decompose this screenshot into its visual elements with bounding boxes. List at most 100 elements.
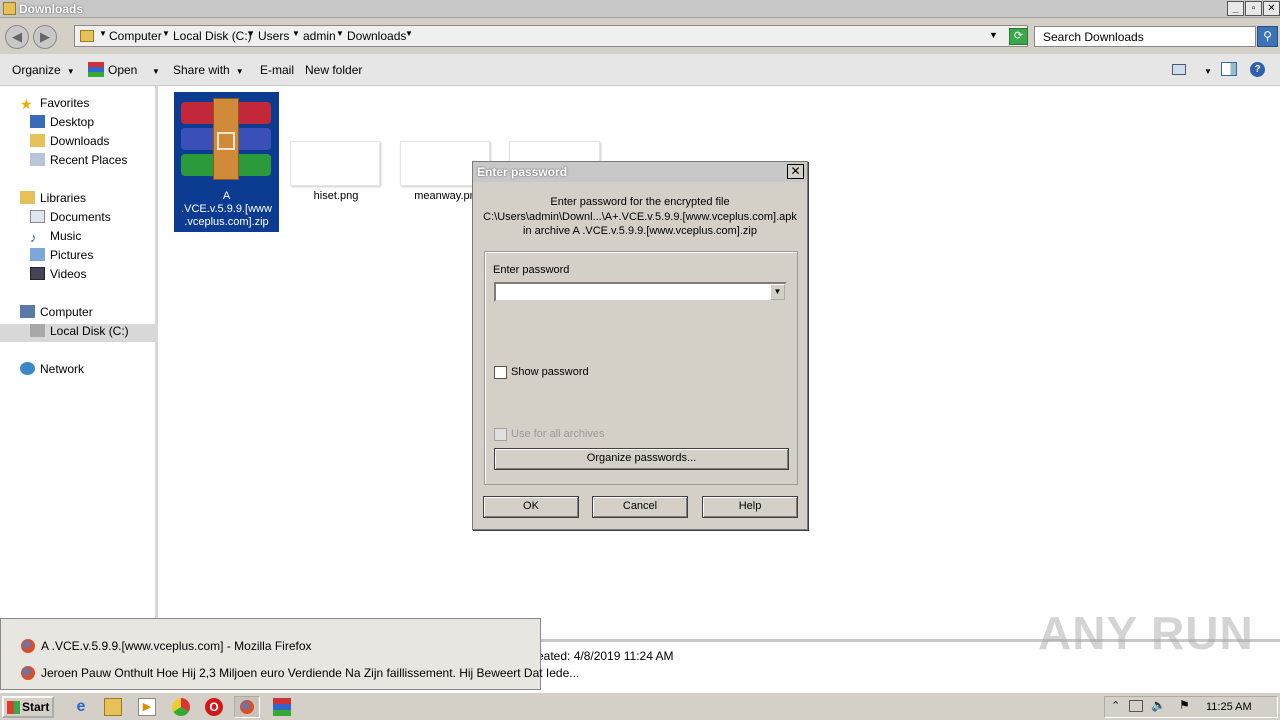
winrar-icon — [88, 62, 104, 77]
nav-videos[interactable]: Videos — [30, 267, 86, 285]
folder-icon — [3, 2, 16, 15]
chevron-down-icon[interactable]: ▼ — [336, 29, 344, 38]
address-history-dropdown[interactable]: ▼ — [989, 30, 998, 40]
view-icon[interactable] — [1172, 64, 1186, 75]
chrome-icon[interactable] — [172, 698, 190, 716]
breadcrumb-local-disk[interactable]: Local Disk (C:) — [173, 29, 252, 43]
documents-icon — [30, 210, 45, 223]
nav-network[interactable]: Network — [20, 362, 84, 380]
image-thumbnail — [290, 141, 380, 186]
local-disk-icon — [30, 324, 45, 337]
firefox-icon — [21, 666, 35, 680]
clock[interactable]: 11:25 AM — [1206, 701, 1252, 713]
use-for-all-archives-label: Use for all archives — [511, 428, 605, 440]
address-bar[interactable]: ▼ Computer ▼ Local Disk (C:) ▼ Users ▼ a… — [74, 25, 1028, 47]
image-thumbnail[interactable] — [509, 141, 600, 161]
nav-libraries[interactable]: Libraries — [20, 191, 86, 209]
libraries-icon — [20, 191, 35, 204]
email-button[interactable]: E-mail — [260, 63, 294, 77]
firefox-taskbar-button[interactable] — [234, 696, 260, 718]
show-password-checkbox[interactable] — [494, 366, 507, 379]
dialog-title: Enter password — [477, 165, 568, 179]
maximize-button[interactable]: ▫ — [1245, 1, 1262, 16]
taskbar-window-list: A .VCE.v.5.9.9.[www.vceplus.com] - Mozil… — [0, 618, 579, 690]
password-field[interactable]: ▼ — [494, 282, 787, 302]
nav-downloads[interactable]: Downloads — [30, 134, 109, 152]
file-name: hiset.png — [313, 190, 359, 202]
nav-recent-places[interactable]: Recent Places — [30, 153, 127, 171]
file-name-line: .vceplus.com].zip — [184, 216, 269, 228]
breadcrumb-computer[interactable]: Computer — [109, 29, 162, 43]
breadcrumb-downloads[interactable]: Downloads — [347, 29, 406, 43]
enter-password-dialog: Enter password ✕ Enter password for the … — [472, 161, 808, 530]
action-center-icon[interactable] — [1129, 700, 1143, 712]
nav-music[interactable]: ♪ Music — [30, 229, 81, 247]
dialog-message-line: Enter password for the encrypted file — [550, 196, 730, 208]
winrar-taskbar-icon[interactable] — [273, 698, 291, 716]
preview-pane-icon[interactable] — [1221, 62, 1237, 76]
file-name-line: A — [222, 190, 231, 202]
search-icon[interactable]: ⚲ — [1257, 26, 1278, 47]
explorer-icon[interactable] — [104, 698, 122, 716]
use-for-all-archives-checkbox[interactable] — [494, 428, 507, 441]
window-list-item[interactable]: A .VCE.v.5.9.9.[www.vceplus.com] - Mozil… — [21, 639, 312, 653]
nav-pictures[interactable]: Pictures — [30, 248, 93, 266]
share-with-menu[interactable]: Share with ▼ — [173, 63, 244, 77]
chevron-down-icon[interactable]: ▼ — [405, 29, 413, 38]
breadcrumb-admin[interactable]: admin — [303, 29, 336, 43]
chevron-down-icon[interactable]: ▼ — [770, 284, 785, 300]
window-title-bar: Downloads _ ▫ ✕ — [0, 0, 1280, 18]
file-name-line: .VCE.v.5.9.9.[www — [181, 203, 272, 215]
internet-explorer-icon[interactable]: e — [72, 698, 90, 716]
nav-documents[interactable]: Documents — [30, 210, 111, 228]
open-button[interactable]: Open — [108, 63, 137, 77]
volume-icon[interactable]: 🔈 — [1151, 698, 1166, 712]
navigation-pane: ★ Favorites Desktop Downloads Recent Plac… — [0, 86, 158, 620]
help-button[interactable]: Help — [702, 496, 798, 518]
refresh-button[interactable]: ⟳ — [1009, 28, 1028, 45]
file-item-zip[interactable]: A .VCE.v.5.9.9.[www .vceplus.com].zip — [174, 92, 279, 232]
pictures-icon — [30, 248, 45, 261]
view-dropdown[interactable]: ▼ — [1198, 63, 1212, 77]
command-toolbar: Organize ▼ Open ▼ Share with ▼ E-mail New … — [0, 54, 1280, 86]
folder-icon — [80, 30, 94, 42]
nav-desktop[interactable]: Desktop — [30, 115, 94, 133]
firefox-icon — [240, 700, 254, 714]
open-dropdown[interactable]: ▼ — [146, 63, 160, 77]
show-hidden-icons-icon[interactable]: ⌃ — [1111, 699, 1120, 712]
password-group: Enter password ▼ Show password Use for a… — [484, 251, 798, 485]
cancel-button[interactable]: Cancel — [592, 496, 688, 518]
flag-icon[interactable]: ⚑ — [1179, 698, 1190, 712]
new-folder-button[interactable]: New folder — [305, 63, 362, 77]
file-item-hiset[interactable]: hiset.png — [287, 136, 385, 206]
close-button[interactable]: ✕ — [1263, 1, 1280, 16]
back-button[interactable]: ◀ — [5, 25, 29, 49]
network-icon — [20, 362, 35, 375]
breadcrumb-users[interactable]: Users — [258, 29, 289, 43]
show-password-label[interactable]: Show password — [511, 366, 589, 378]
minimize-button[interactable]: _ — [1227, 1, 1244, 16]
media-player-icon[interactable]: ▶ — [138, 698, 156, 716]
nav-local-disk[interactable]: Local Disk (C:) — [0, 324, 155, 342]
star-icon: ★ — [20, 96, 33, 112]
chevron-down-icon[interactable]: ▼ — [247, 29, 255, 38]
chevron-down-icon[interactable]: ▼ — [162, 29, 170, 38]
winrar-archive-icon — [181, 98, 271, 182]
forward-button[interactable]: ▶ — [33, 25, 57, 49]
music-icon: ♪ — [30, 230, 37, 245]
search-input[interactable]: Search Downloads — [1034, 26, 1256, 47]
details-created: eated: 4/8/2019 11:24 AM — [537, 649, 674, 663]
start-button[interactable]: Start — [2, 696, 54, 718]
nav-computer[interactable]: Computer — [20, 305, 93, 323]
window-list-item[interactable]: Jeroen Pauw Onthult Hoe Hij 2,3 Miljoen … — [21, 666, 579, 680]
chevron-down-icon[interactable]: ▼ — [99, 29, 107, 38]
chevron-down-icon[interactable]: ▼ — [292, 29, 300, 38]
dialog-close-button[interactable]: ✕ — [787, 164, 804, 179]
help-icon[interactable]: ? — [1250, 62, 1265, 77]
opera-icon[interactable]: O — [205, 698, 223, 716]
watermark-logo: ANY RUN — [1038, 607, 1254, 659]
organize-menu[interactable]: Organize ▼ — [12, 63, 75, 77]
nav-favorites[interactable]: ★ Favorites — [20, 96, 89, 114]
ok-button[interactable]: OK — [483, 496, 579, 518]
organize-passwords-button[interactable]: Organize passwords... — [494, 448, 789, 470]
